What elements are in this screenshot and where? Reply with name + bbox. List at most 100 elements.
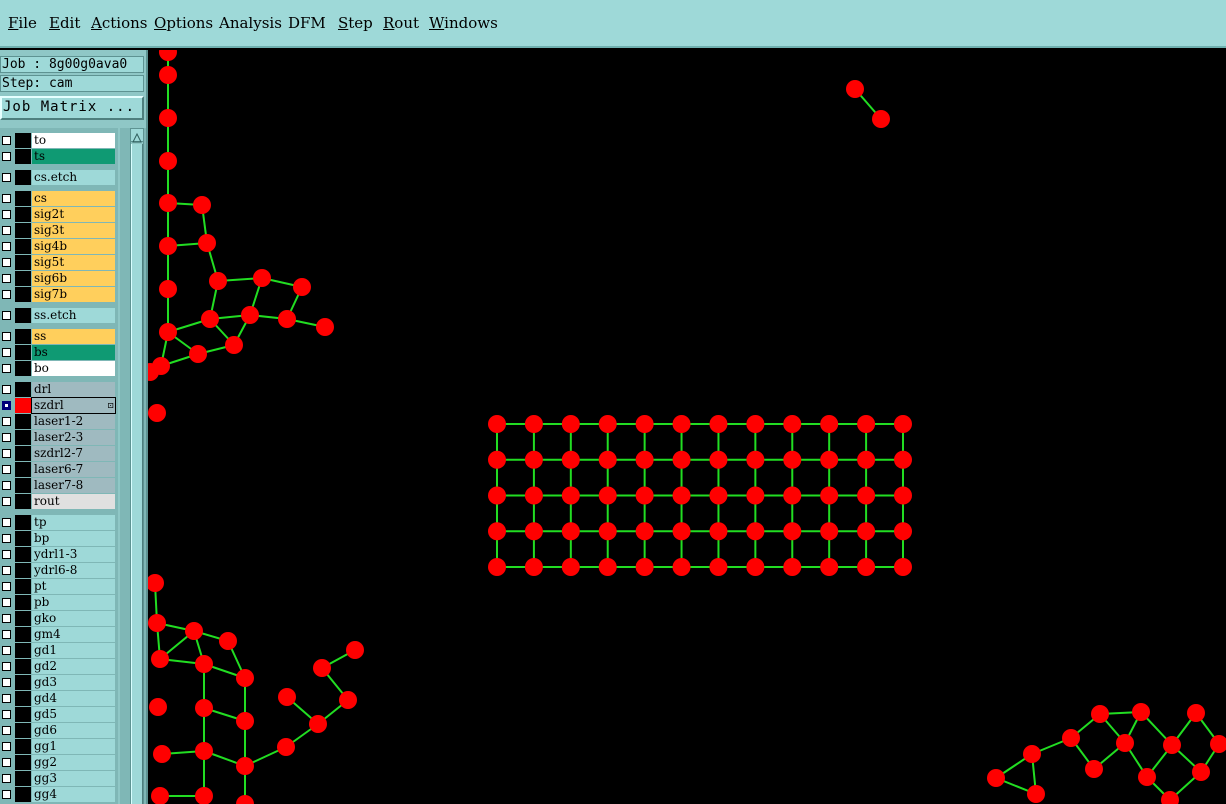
layer-checkbox[interactable] — [2, 566, 11, 575]
layer-color-swatch[interactable] — [15, 723, 31, 738]
layer-name-label[interactable]: gd2 — [32, 659, 115, 674]
graphics-canvas[interactable] — [148, 50, 1226, 804]
layer-name-label[interactable]: tp — [32, 515, 115, 530]
layer-checkbox[interactable] — [2, 401, 11, 410]
layer-row-bp[interactable]: bp — [0, 531, 118, 547]
layer-name-label[interactable]: gd3 — [32, 675, 115, 690]
layer-name-label[interactable]: szdrl ⊡ — [31, 397, 116, 414]
layer-name-label[interactable]: ydrl6-8 — [32, 563, 115, 578]
layer-checkbox[interactable] — [2, 348, 11, 357]
layer-checkbox[interactable] — [2, 614, 11, 623]
layer-checkbox[interactable] — [2, 433, 11, 442]
layer-color-swatch[interactable] — [15, 611, 31, 626]
layer-name-label[interactable]: pt — [32, 579, 115, 594]
menu-file[interactable]: File — [8, 14, 37, 32]
layer-checkbox[interactable] — [2, 449, 11, 458]
layer-list-scrollbar[interactable] — [120, 128, 146, 804]
layer-color-swatch[interactable] — [15, 345, 31, 360]
layer-checkbox[interactable] — [2, 518, 11, 527]
layer-name-label[interactable]: gg1 — [32, 739, 115, 754]
layer-row-ss.etch[interactable]: ss.etch — [0, 308, 118, 324]
layer-color-swatch[interactable] — [15, 133, 31, 148]
layer-row-bo[interactable]: bo — [0, 361, 118, 377]
layer-color-swatch[interactable] — [15, 170, 31, 185]
layer-checkbox[interactable] — [2, 385, 11, 394]
layer-color-swatch[interactable] — [15, 547, 31, 562]
layer-row-gg4[interactable]: gg4 — [0, 787, 118, 803]
layer-color-swatch[interactable] — [15, 398, 31, 413]
layer-name-label[interactable]: pb — [32, 595, 115, 610]
layer-checkbox[interactable] — [2, 790, 11, 799]
layer-name-label[interactable]: laser1-2 — [32, 414, 115, 429]
layer-color-swatch[interactable] — [15, 382, 31, 397]
layer-name-label[interactable]: sig3t — [32, 223, 115, 238]
layer-color-swatch[interactable] — [15, 595, 31, 610]
layer-color-swatch[interactable] — [15, 207, 31, 222]
layer-row-rout[interactable]: rout — [0, 494, 118, 510]
layer-row-gd1[interactable]: gd1 — [0, 643, 118, 659]
layer-name-label[interactable]: sig6b — [32, 271, 115, 286]
job-matrix-button[interactable]: Job Matrix ... — [0, 96, 144, 120]
layer-color-swatch[interactable] — [15, 239, 31, 254]
layer-row-gd5[interactable]: gd5 — [0, 707, 118, 723]
layer-color-swatch[interactable] — [15, 531, 31, 546]
menu-options[interactable]: Options — [154, 14, 213, 32]
layer-checkbox[interactable] — [2, 173, 11, 182]
layer-color-swatch[interactable] — [15, 579, 31, 594]
layer-name-label[interactable]: ydrl1-3 — [32, 547, 115, 562]
layer-row-bs[interactable]: bs — [0, 345, 118, 361]
layer-row-cs.etch[interactable]: cs.etch — [0, 170, 118, 186]
layer-name-label[interactable]: laser7-8 — [32, 478, 115, 493]
layer-name-label[interactable]: gd1 — [32, 643, 115, 658]
layer-checkbox[interactable] — [2, 210, 11, 219]
layer-checkbox[interactable] — [2, 364, 11, 373]
layer-checkbox[interactable] — [2, 481, 11, 490]
menu-dfm[interactable]: DFM — [288, 14, 326, 32]
layer-checkbox[interactable] — [2, 534, 11, 543]
layer-checkbox[interactable] — [2, 242, 11, 251]
layer-row-ss[interactable]: ss — [0, 329, 118, 345]
layer-name-label[interactable]: ss.etch — [32, 308, 115, 323]
layer-row-gg2[interactable]: gg2 — [0, 755, 118, 771]
layer-checkbox[interactable] — [2, 417, 11, 426]
layer-name-label[interactable]: gd6 — [32, 723, 115, 738]
layer-color-swatch[interactable] — [15, 494, 31, 509]
layer-color-swatch[interactable] — [15, 563, 31, 578]
layer-color-swatch[interactable] — [15, 361, 31, 376]
layer-name-label[interactable]: bp — [32, 531, 115, 546]
layer-checkbox[interactable] — [2, 465, 11, 474]
layer-row-sig3t[interactable]: sig3t — [0, 223, 118, 239]
layer-checkbox[interactable] — [2, 194, 11, 203]
layer-name-label[interactable]: gg3 — [32, 771, 115, 786]
layer-name-label[interactable]: ss — [32, 329, 115, 344]
layer-row-ydrl6-8[interactable]: ydrl6-8 — [0, 563, 118, 579]
layer-color-swatch[interactable] — [15, 329, 31, 344]
layer-checkbox[interactable] — [2, 258, 11, 267]
layer-row-sig5t[interactable]: sig5t — [0, 255, 118, 271]
layer-checkbox[interactable] — [2, 774, 11, 783]
layer-row-gg1[interactable]: gg1 — [0, 739, 118, 755]
menu-step[interactable]: Step — [338, 14, 373, 32]
layer-row-sig6b[interactable]: sig6b — [0, 271, 118, 287]
layer-name-label[interactable]: bs — [32, 345, 115, 360]
layer-checkbox[interactable] — [2, 726, 11, 735]
layer-row-sig2t[interactable]: sig2t — [0, 207, 118, 223]
layer-color-swatch[interactable] — [15, 446, 31, 461]
layer-checkbox[interactable] — [2, 136, 11, 145]
layer-name-label[interactable]: gg4 — [32, 787, 115, 802]
layer-color-swatch[interactable] — [15, 787, 31, 802]
layer-color-swatch[interactable] — [15, 308, 31, 323]
layer-color-swatch[interactable] — [15, 627, 31, 642]
layer-row-to[interactable]: to — [0, 133, 118, 149]
layer-color-swatch[interactable] — [15, 659, 31, 674]
layer-name-label[interactable]: gg2 — [32, 755, 115, 770]
layer-name-label[interactable]: laser2-3 — [32, 430, 115, 445]
layer-row-gm4[interactable]: gm4 — [0, 627, 118, 643]
layer-checkbox[interactable] — [2, 290, 11, 299]
layer-name-label[interactable]: gm4 — [32, 627, 115, 642]
layer-color-swatch[interactable] — [15, 462, 31, 477]
layer-checkbox[interactable] — [2, 226, 11, 235]
layer-name-label[interactable]: sig7b — [32, 287, 115, 302]
layer-row-gd4[interactable]: gd4 — [0, 691, 118, 707]
layer-row-gko[interactable]: gko — [0, 611, 118, 627]
